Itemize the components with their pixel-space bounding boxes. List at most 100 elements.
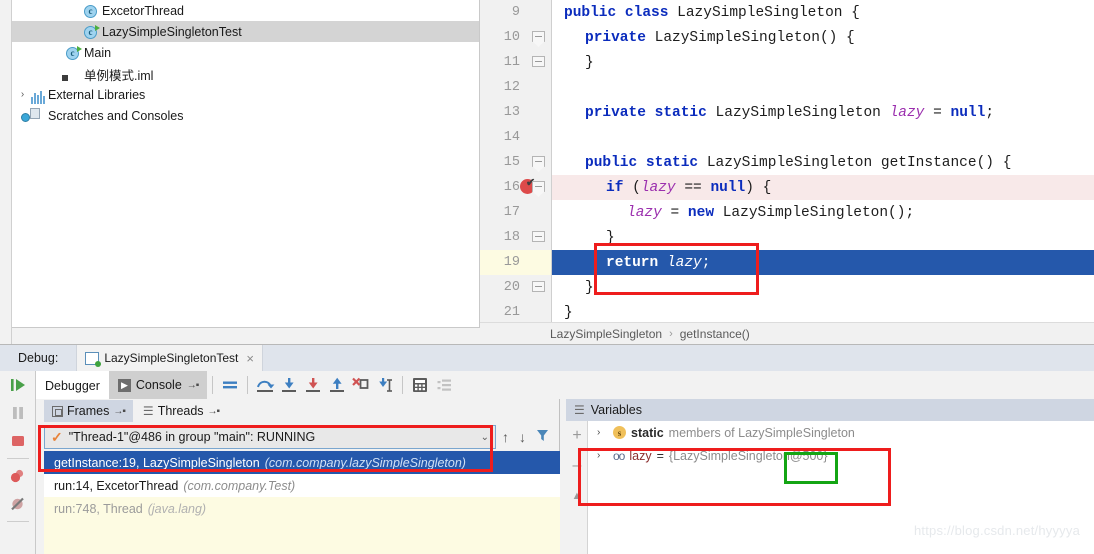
run-badge-icon <box>95 24 100 31</box>
project-tree-panel[interactable]: c ExcetorThread c LazySimpleSingletonTest c M… <box>12 0 480 328</box>
code-token: lazy <box>627 204 662 221</box>
code-line[interactable]: 9 public class LazySimpleSingleton { <box>480 0 1094 25</box>
call-stack-row[interactable]: run:748, Thread (java.lang) <box>44 497 560 520</box>
chevron-right-icon[interactable]: › <box>597 450 608 461</box>
run-configuration-name: LazySimpleSingletonTest <box>104 351 239 365</box>
step-out-icon <box>330 377 345 392</box>
evaluate-expression-button[interactable] <box>408 373 432 397</box>
stop-program-button[interactable] <box>0 427 36 455</box>
arrow-down-icon[interactable]: ↓ <box>519 429 526 445</box>
fold-end-icon[interactable] <box>532 56 545 69</box>
run-to-cursor-button[interactable] <box>373 373 397 397</box>
tab-debugger[interactable]: Debugger <box>36 371 109 399</box>
tree-item-excetorthread[interactable]: c ExcetorThread <box>12 0 479 21</box>
ide-window: Favorites cExcetorThreadcLazySimpleSingl… <box>0 0 1094 554</box>
code-line[interactable]: 20} <box>480 275 1094 300</box>
variable-row[interactable]: › s static members of LazySimpleSingleton <box>589 421 1094 444</box>
code-line[interactable]: 12 <box>480 75 1094 100</box>
close-icon[interactable]: × <box>246 351 254 366</box>
remove-watch-button[interactable]: – <box>566 451 588 481</box>
tree-item-external-libraries[interactable]: › External Libraries <box>12 84 479 105</box>
mute-breakpoints-button[interactable] <box>0 490 36 518</box>
line-number: 10 <box>480 25 520 50</box>
tab-threads[interactable]: ☰ Threads →▪ <box>135 400 227 422</box>
line-number: 19 <box>480 250 520 275</box>
tree-item--iml[interactable]: 单例模式.iml <box>12 63 479 84</box>
step-over-button[interactable] <box>253 373 277 397</box>
call-stack-row[interactable]: getInstance:19, LazySimpleSingleton (com.… <box>44 451 560 474</box>
code-text: return lazy; <box>552 250 710 275</box>
fold-end-icon[interactable] <box>532 281 545 294</box>
code-line[interactable]: 10 private LazySimpleSingleton() { <box>480 25 1094 50</box>
code-token: } <box>585 279 594 296</box>
chevron-down-icon[interactable]: ⌄ <box>481 432 489 443</box>
call-stack-frame-label: run:748, Thread <box>54 501 143 516</box>
step-into-icon <box>282 378 297 392</box>
add-watch-button[interactable]: + <box>566 421 588 451</box>
arrow-up-icon[interactable]: ↑ <box>502 429 509 445</box>
line-number: 14 <box>480 125 520 150</box>
pause-program-button[interactable] <box>0 399 36 427</box>
breadcrumb-method[interactable]: getInstance() <box>680 327 750 341</box>
code-line[interactable]: 18} <box>480 225 1094 250</box>
pin-icon[interactable]: →▪ <box>187 380 200 391</box>
code-line[interactable]: 16 ✔ if (lazy == null) { <box>480 175 1094 200</box>
tree-item-scratches-and-consoles[interactable]: Scratches and Consoles <box>12 105 479 126</box>
breadcrumb-class[interactable]: LazySimpleSingleton <box>550 327 662 341</box>
force-step-into-button[interactable] <box>301 373 325 397</box>
variable-row[interactable]: › oo lazy = {LazySimpleSingleton@500} <box>589 444 1094 467</box>
threads-icon: ☰ <box>142 404 154 418</box>
code-line[interactable]: 14 <box>480 125 1094 150</box>
call-stack-row[interactable]: run:14, ExcetorThread (com.company.Test) <box>44 474 560 497</box>
code-token: LazySimpleSingleton { <box>677 4 860 21</box>
resume-program-button[interactable] <box>0 371 36 399</box>
code-token: LazySimpleSingleton <box>715 104 890 121</box>
debug-label: Debug: <box>18 351 59 365</box>
filter-icon[interactable] <box>536 429 549 445</box>
tree-item-main[interactable]: c Main <box>12 42 479 63</box>
breakpoints-icon <box>10 469 24 483</box>
tab-console[interactable]: ▶ Console →▪ <box>108 371 208 399</box>
call-stack-frame-label: getInstance:19, LazySimpleSingleton <box>54 455 260 470</box>
call-stack-list[interactable]: getInstance:19, LazySimpleSingleton (com.… <box>44 451 560 554</box>
step-into-button[interactable] <box>277 373 301 397</box>
code-line[interactable]: 19 return lazy; <box>480 250 1094 275</box>
pin-icon[interactable]: →▪ <box>208 406 221 417</box>
run-configuration-tab[interactable]: LazySimpleSingletonTest × <box>76 345 263 371</box>
code-line[interactable]: 17 lazy = new LazySimpleSingleton(); <box>480 200 1094 225</box>
line-number: 17 <box>480 200 520 225</box>
pin-icon[interactable]: →▪ <box>113 406 126 417</box>
thread-selector[interactable]: ✓ "Thread-1"@486 in group "main": RUNNIN… <box>44 425 496 449</box>
tab-frames[interactable]: Frames →▪ <box>44 400 133 422</box>
code-text: public static LazySimpleSingleton getIns… <box>552 150 1011 175</box>
code-line[interactable]: 21} <box>480 300 1094 322</box>
code-token: static <box>645 154 707 171</box>
code-token: if <box>606 179 633 196</box>
code-token: LazySimpleSingleton(); <box>722 204 915 221</box>
collapse-button[interactable]: ▲ <box>566 481 588 511</box>
code-line[interactable]: 15 public static LazySimpleSingleton getI… <box>480 150 1094 175</box>
view-breakpoints-button[interactable] <box>0 462 36 490</box>
code-line[interactable]: 13 private static LazySimpleSingleton laz… <box>480 100 1094 125</box>
code-token: lazy <box>889 104 925 121</box>
step-over-icon <box>257 380 275 392</box>
code-token: } <box>606 229 615 246</box>
code-editor[interactable]: 9 public class LazySimpleSingleton {10 pri… <box>480 0 1094 322</box>
code-line[interactable]: 11} <box>480 50 1094 75</box>
thread-selector-value: "Thread-1"@486 in group "main": RUNNING <box>68 430 316 444</box>
tree-item-lazysimplesingletontest[interactable]: c LazySimpleSingletonTest <box>12 21 479 42</box>
code-text: lazy = new LazySimpleSingleton(); <box>552 200 914 225</box>
chevron-right-icon[interactable]: › <box>597 427 608 438</box>
step-out-button[interactable] <box>325 373 349 397</box>
drop-frame-button[interactable] <box>349 373 373 397</box>
show-execution-point-button[interactable] <box>218 373 242 397</box>
layout-settings-button[interactable] <box>432 373 456 397</box>
code-token: = <box>661 204 688 221</box>
line-number: 11 <box>480 50 520 75</box>
code-text: private static LazySimpleSingleton lazy … <box>552 100 994 125</box>
fold-end-icon[interactable] <box>532 231 545 244</box>
code-token: ) { <box>745 179 772 196</box>
chevron-right-icon[interactable]: › <box>16 89 29 100</box>
